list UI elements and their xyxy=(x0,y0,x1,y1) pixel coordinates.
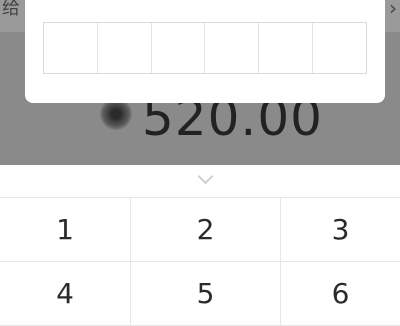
chevron-down-icon[interactable] xyxy=(194,168,216,189)
pin-box-4[interactable] xyxy=(205,23,260,73)
key-1[interactable]: 1 xyxy=(0,198,131,262)
pin-box-6[interactable] xyxy=(313,23,366,73)
numeric-keypad-panel: 1 2 3 4 5 6 xyxy=(0,165,400,326)
password-dialog xyxy=(25,0,385,103)
pin-box-5[interactable] xyxy=(259,23,314,73)
key-5[interactable]: 5 xyxy=(131,262,281,326)
chevron-right-icon[interactable]: › xyxy=(389,0,397,20)
key-3[interactable]: 3 xyxy=(281,198,400,262)
numeric-keypad: 1 2 3 4 5 6 xyxy=(0,197,400,326)
pin-box-2[interactable] xyxy=(98,23,152,73)
key-4[interactable]: 4 xyxy=(0,262,131,326)
key-6[interactable]: 6 xyxy=(281,262,400,326)
pin-box-3[interactable] xyxy=(152,23,206,73)
key-2[interactable]: 2 xyxy=(131,198,281,262)
header-left-text: 给 xyxy=(2,0,20,19)
pin-input[interactable] xyxy=(43,22,367,74)
pin-box-1[interactable] xyxy=(44,23,98,73)
